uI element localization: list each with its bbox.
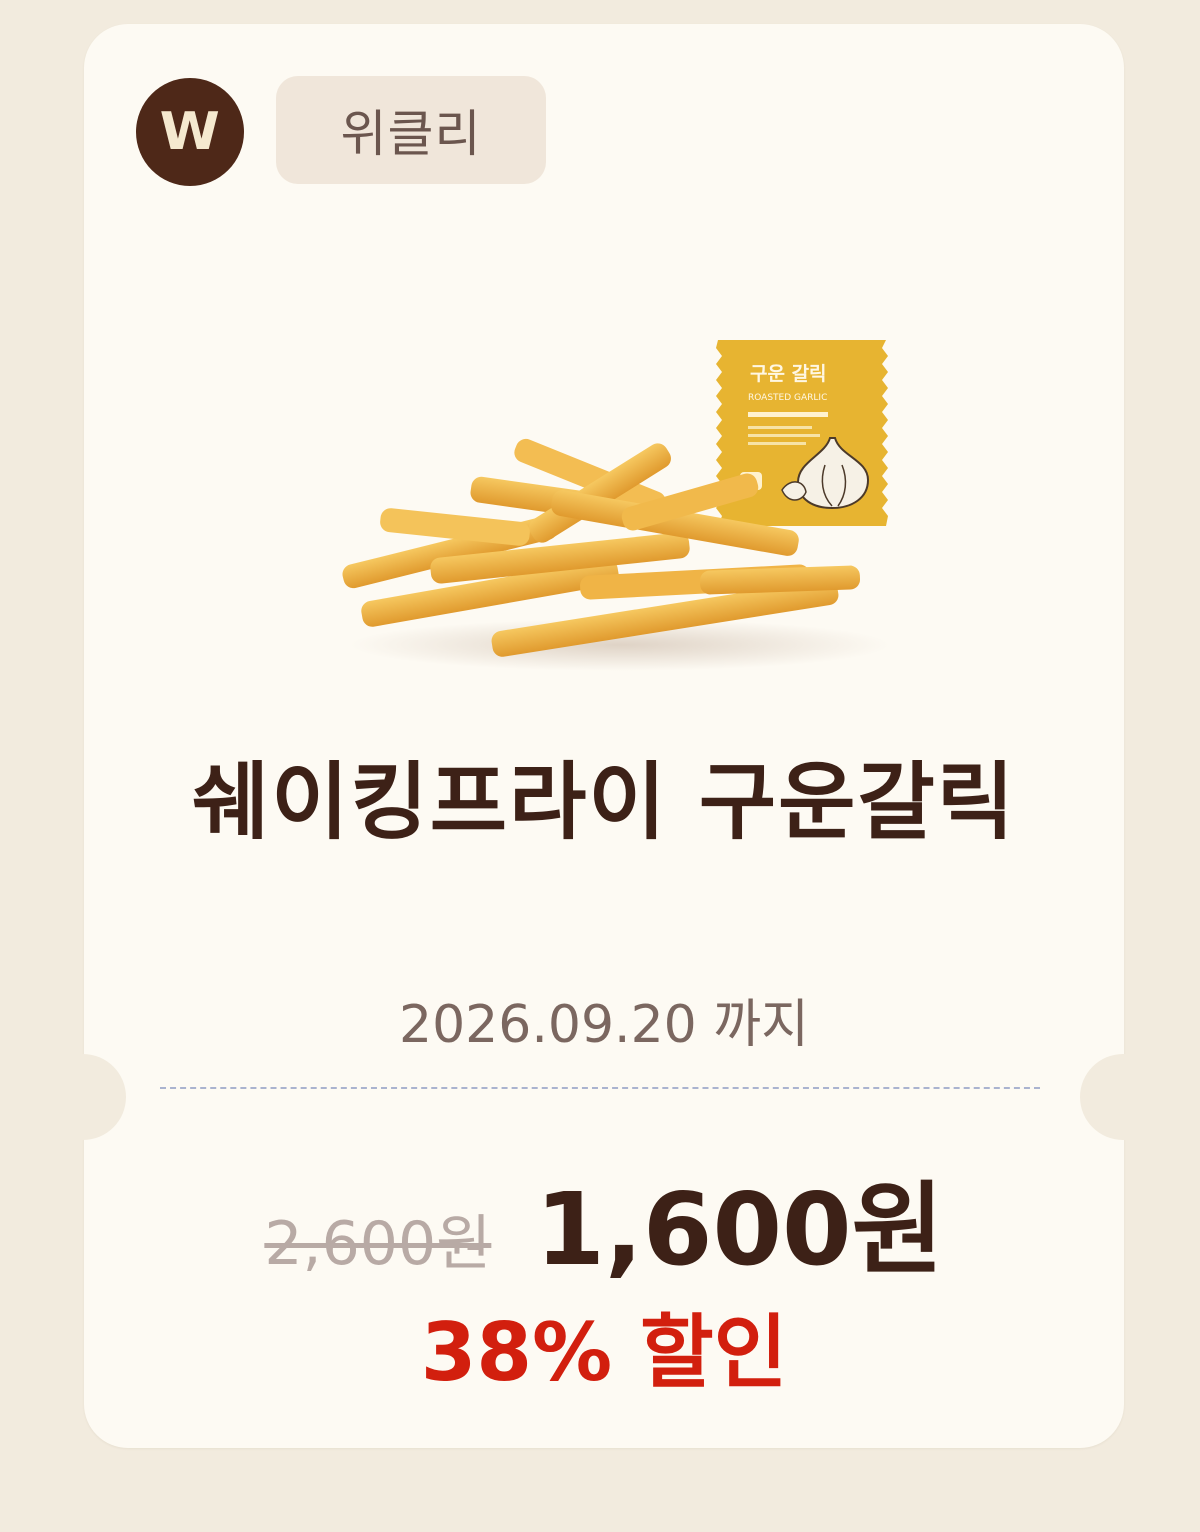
expiry-date: 2026.09.20 까지 [399,995,809,1055]
coupon-notch-right [1080,1054,1166,1140]
coupon-notch-left [40,1054,126,1140]
coupon-divider [160,1087,1040,1089]
sauce-packet-sublabel: ROASTED GARLIC [748,393,827,403]
weekly-tag: 위클리 [276,76,546,184]
product-image: 구운 갈릭 ROASTED GARLIC [342,340,890,671]
brand-logo-letter: W [159,102,221,162]
original-price: 2,600원 [264,1209,492,1279]
discount-rate: 38% 할인 [420,1306,788,1399]
price-row: 2,600원 1,600원 [84,1148,1124,1293]
sale-price: 1,600원 [535,1171,944,1288]
sauce-packet-label: 구운 갈릭 [750,363,827,385]
product-name: 쉐이킹프라이 구운갈릭 [191,753,1017,851]
brand-logo: W [136,78,244,186]
